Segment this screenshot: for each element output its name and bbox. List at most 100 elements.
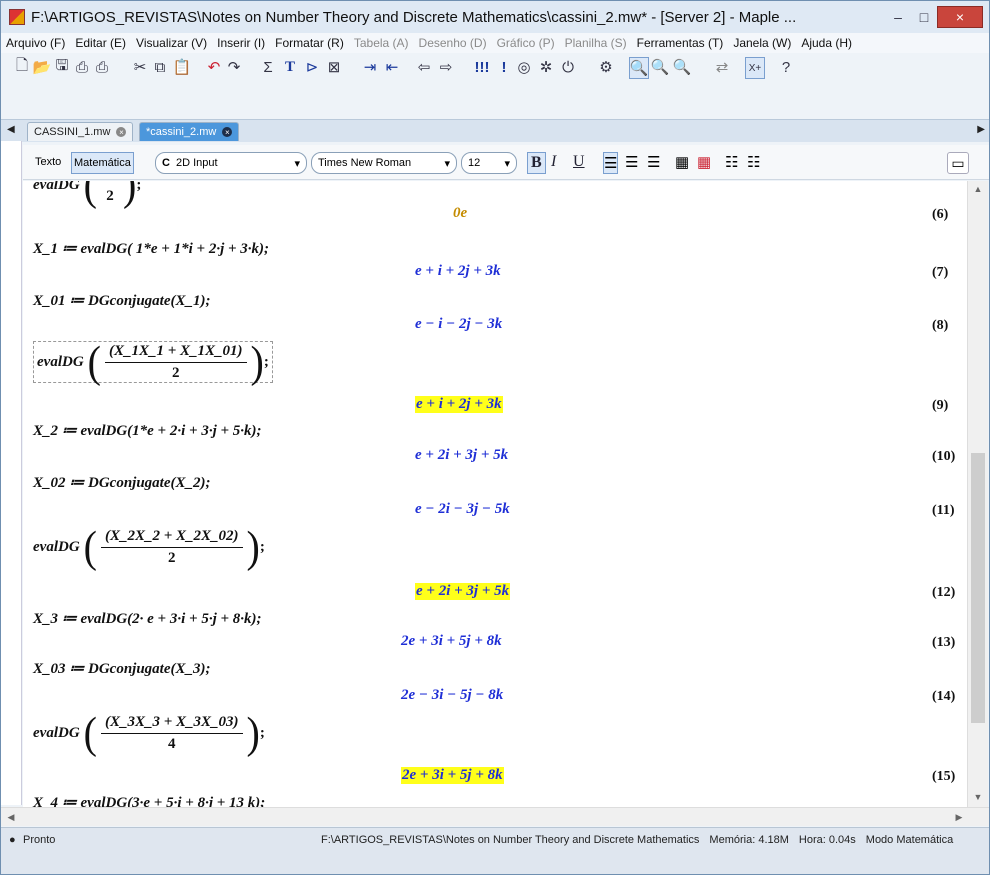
align-center-icon[interactable]: ☰ xyxy=(625,152,638,172)
tab-cassini-2[interactable]: *cassini_2.mw × xyxy=(139,122,240,141)
close-button[interactable]: × xyxy=(937,6,983,28)
scroll-thumb[interactable] xyxy=(971,453,985,723)
close-tab-icon[interactable]: × xyxy=(222,127,233,137)
execute-icon[interactable]: ! xyxy=(497,57,511,77)
undo-icon[interactable]: ↶ xyxy=(205,57,223,77)
equation-label: (12) xyxy=(932,585,956,600)
worksheet[interactable]: evalDG ( X 2 ) ; 0e (6) X_1 ≔ evalDG( 1*e … xyxy=(23,181,967,807)
math-input[interactable]: X_1 ≔ evalDG( 1*e + 1*i + 2·j + 3·k); xyxy=(33,239,269,258)
forward-icon[interactable]: ⇨ xyxy=(437,57,455,77)
back-icon[interactable]: ⇦ xyxy=(415,57,433,77)
print-icon[interactable]: ⎙ xyxy=(73,57,91,77)
menu-item-1[interactable]: Editar (E) xyxy=(70,36,131,50)
open-folder-icon[interactable]: 📂 xyxy=(33,57,52,77)
font-size-dropdown[interactable]: 12 ▾ xyxy=(461,152,517,174)
menu-item-3[interactable]: Inserir (I) xyxy=(212,36,270,50)
redo-icon[interactable]: ↷ xyxy=(225,57,243,77)
bold-button[interactable]: B xyxy=(527,152,546,174)
function-name: evalDG xyxy=(33,724,80,741)
math-mode-icon[interactable]: X+ xyxy=(745,57,765,79)
tab-label: CASSINI_1.mw xyxy=(34,126,111,138)
evaldg-fraction-input[interactable]: evalDG((X_2X_2 + X_2X_02) 2); xyxy=(33,524,265,568)
menu-item-4[interactable]: Formatar (R) xyxy=(270,36,349,50)
math-input[interactable]: X_02 ≔ DGconjugate(X_2); xyxy=(33,473,211,492)
fraction: (X_1X_1 + X_1X_01) 2 xyxy=(104,343,247,382)
insert-text-icon[interactable]: T xyxy=(281,57,299,77)
zoom-out-icon[interactable]: 🔍 xyxy=(673,57,692,77)
text-mode-button[interactable]: Texto xyxy=(35,152,61,172)
scroll-right-icon[interactable]: ▶ xyxy=(951,809,967,825)
left-paren: ( xyxy=(87,336,101,387)
scroll-left-icon[interactable]: ◀ xyxy=(3,809,19,825)
menu-item-11[interactable]: Ajuda (H) xyxy=(796,36,857,50)
tab-scroll-left-icon[interactable]: ◀ xyxy=(7,124,15,135)
clear-output-icon[interactable]: ⊠ xyxy=(325,57,343,77)
tab-scroll-right-icon[interactable]: ▶ xyxy=(977,124,985,135)
close-tab-icon[interactable]: × xyxy=(116,127,127,137)
math-input[interactable]: X_01 ≔ DGconjugate(X_1); xyxy=(33,291,211,310)
align-right-icon[interactable]: ☰ xyxy=(647,152,660,172)
menu-item-7[interactable]: Gráfico (P) xyxy=(492,36,560,50)
equation-label: (14) xyxy=(932,689,956,704)
scroll-down-icon[interactable]: ▼ xyxy=(968,789,988,805)
highlight-color-icon[interactable]: ▦ xyxy=(697,152,711,172)
partial-evaldg-input[interactable]: evalDG ( X 2 ) ; xyxy=(33,181,141,206)
context-panel-icon[interactable]: ▭ xyxy=(947,152,969,174)
indent-icon[interactable]: ⇥ xyxy=(361,57,379,77)
menu-item-6[interactable]: Desenho (D) xyxy=(414,36,492,50)
cut-icon[interactable]: ✂ xyxy=(131,57,149,77)
menu-item-8[interactable]: Planilha (S) xyxy=(560,36,632,50)
minimize-button[interactable]: – xyxy=(885,7,911,27)
menu-item-10[interactable]: Janela (W) xyxy=(728,36,796,50)
insert-math-icon[interactable]: Σ xyxy=(259,57,277,77)
print-preview-icon[interactable]: ⎙ xyxy=(93,57,111,77)
italic-label: I xyxy=(551,153,557,170)
font-dropdown[interactable]: Times New Roman ▾ xyxy=(311,152,457,174)
paste-icon[interactable]: 📋 xyxy=(173,57,192,77)
save-icon[interactable]: 🖫 xyxy=(53,57,71,77)
menu-item-2[interactable]: Visualizar (V) xyxy=(131,36,212,50)
horizontal-scrollbar[interactable]: ◀ ▶ xyxy=(1,807,989,826)
evaldg-fraction-input[interactable]: evalDG((X_1X_1 + X_1X_01) 2); xyxy=(33,336,273,387)
palette-icon[interactable]: ⇄ xyxy=(713,57,731,77)
zoom-100-icon[interactable]: 🔍 xyxy=(629,57,649,79)
denominator: 4 xyxy=(168,735,176,752)
math-output: e + 2i + 3j + 5k xyxy=(415,583,511,600)
bullet-list-icon[interactable]: ☷ xyxy=(725,152,738,172)
math-mode-button[interactable]: Matemática xyxy=(71,152,134,174)
underline-button[interactable]: U xyxy=(573,152,585,172)
menu-item-0[interactable]: Arquivo (F) xyxy=(1,36,70,50)
statement-terminator: ; xyxy=(259,724,265,741)
math-input[interactable]: X_3 ≔ evalDG(2· e + 3·i + 5·j + 8·k); xyxy=(33,609,262,628)
font-color-icon[interactable]: ▦ xyxy=(675,152,689,172)
evaldg-fraction-input[interactable]: evalDG((X_3X_3 + X_3X_03) 4); xyxy=(33,710,265,754)
scroll-up-icon[interactable]: ▲ xyxy=(968,181,988,197)
denominator: 2 xyxy=(106,187,114,204)
copy-icon[interactable]: ⧉ xyxy=(151,57,169,77)
math-input[interactable]: X_2 ≔ evalDG(1*e + 2·i + 3·j + 5·k); xyxy=(33,421,262,440)
outdent-icon[interactable]: ⇤ xyxy=(383,57,401,77)
menu-item-9[interactable]: Ferramentas (T) xyxy=(632,36,729,50)
maximize-button[interactable]: □ xyxy=(911,7,937,27)
zoom-in-icon[interactable]: 🔍 xyxy=(651,57,670,77)
execute-all-icon[interactable]: !!! xyxy=(473,57,491,77)
chevron-down-icon: ▾ xyxy=(294,157,300,170)
tab-cassini-1[interactable]: CASSINI_1.mw × xyxy=(27,122,134,141)
math-output: e − i − 2j − 3k xyxy=(415,316,503,332)
stop-icon[interactable]: ◎ xyxy=(515,57,533,77)
new-document-icon[interactable]: 🗋 xyxy=(13,57,31,77)
execution-group-icon[interactable]: ⊳ xyxy=(303,57,321,77)
debug-icon[interactable]: ✲ xyxy=(537,57,555,77)
math-input[interactable]: X_03 ≔ DGconjugate(X_3); xyxy=(33,659,211,678)
vertical-scrollbar[interactable]: ▲ ▼ xyxy=(967,181,988,807)
input-style-dropdown[interactable]: C 2D Input ▾ xyxy=(155,152,307,174)
input-style-value: 2D Input xyxy=(175,157,218,169)
align-left-icon[interactable]: ☰ xyxy=(603,152,619,174)
numbered-list-icon[interactable]: ☷ xyxy=(747,152,760,172)
menu-item-5[interactable]: Tabela (A) xyxy=(349,36,414,50)
italic-button[interactable]: I xyxy=(551,152,556,172)
restart-icon[interactable]: ⏻ xyxy=(559,57,577,77)
math-input[interactable]: X_4 ≔ evalDG(3·e + 5·i + 8·j + 13 k); xyxy=(33,793,265,807)
settings-icon[interactable]: ⚙ xyxy=(597,57,615,77)
help-icon[interactable]: ? xyxy=(777,57,795,77)
